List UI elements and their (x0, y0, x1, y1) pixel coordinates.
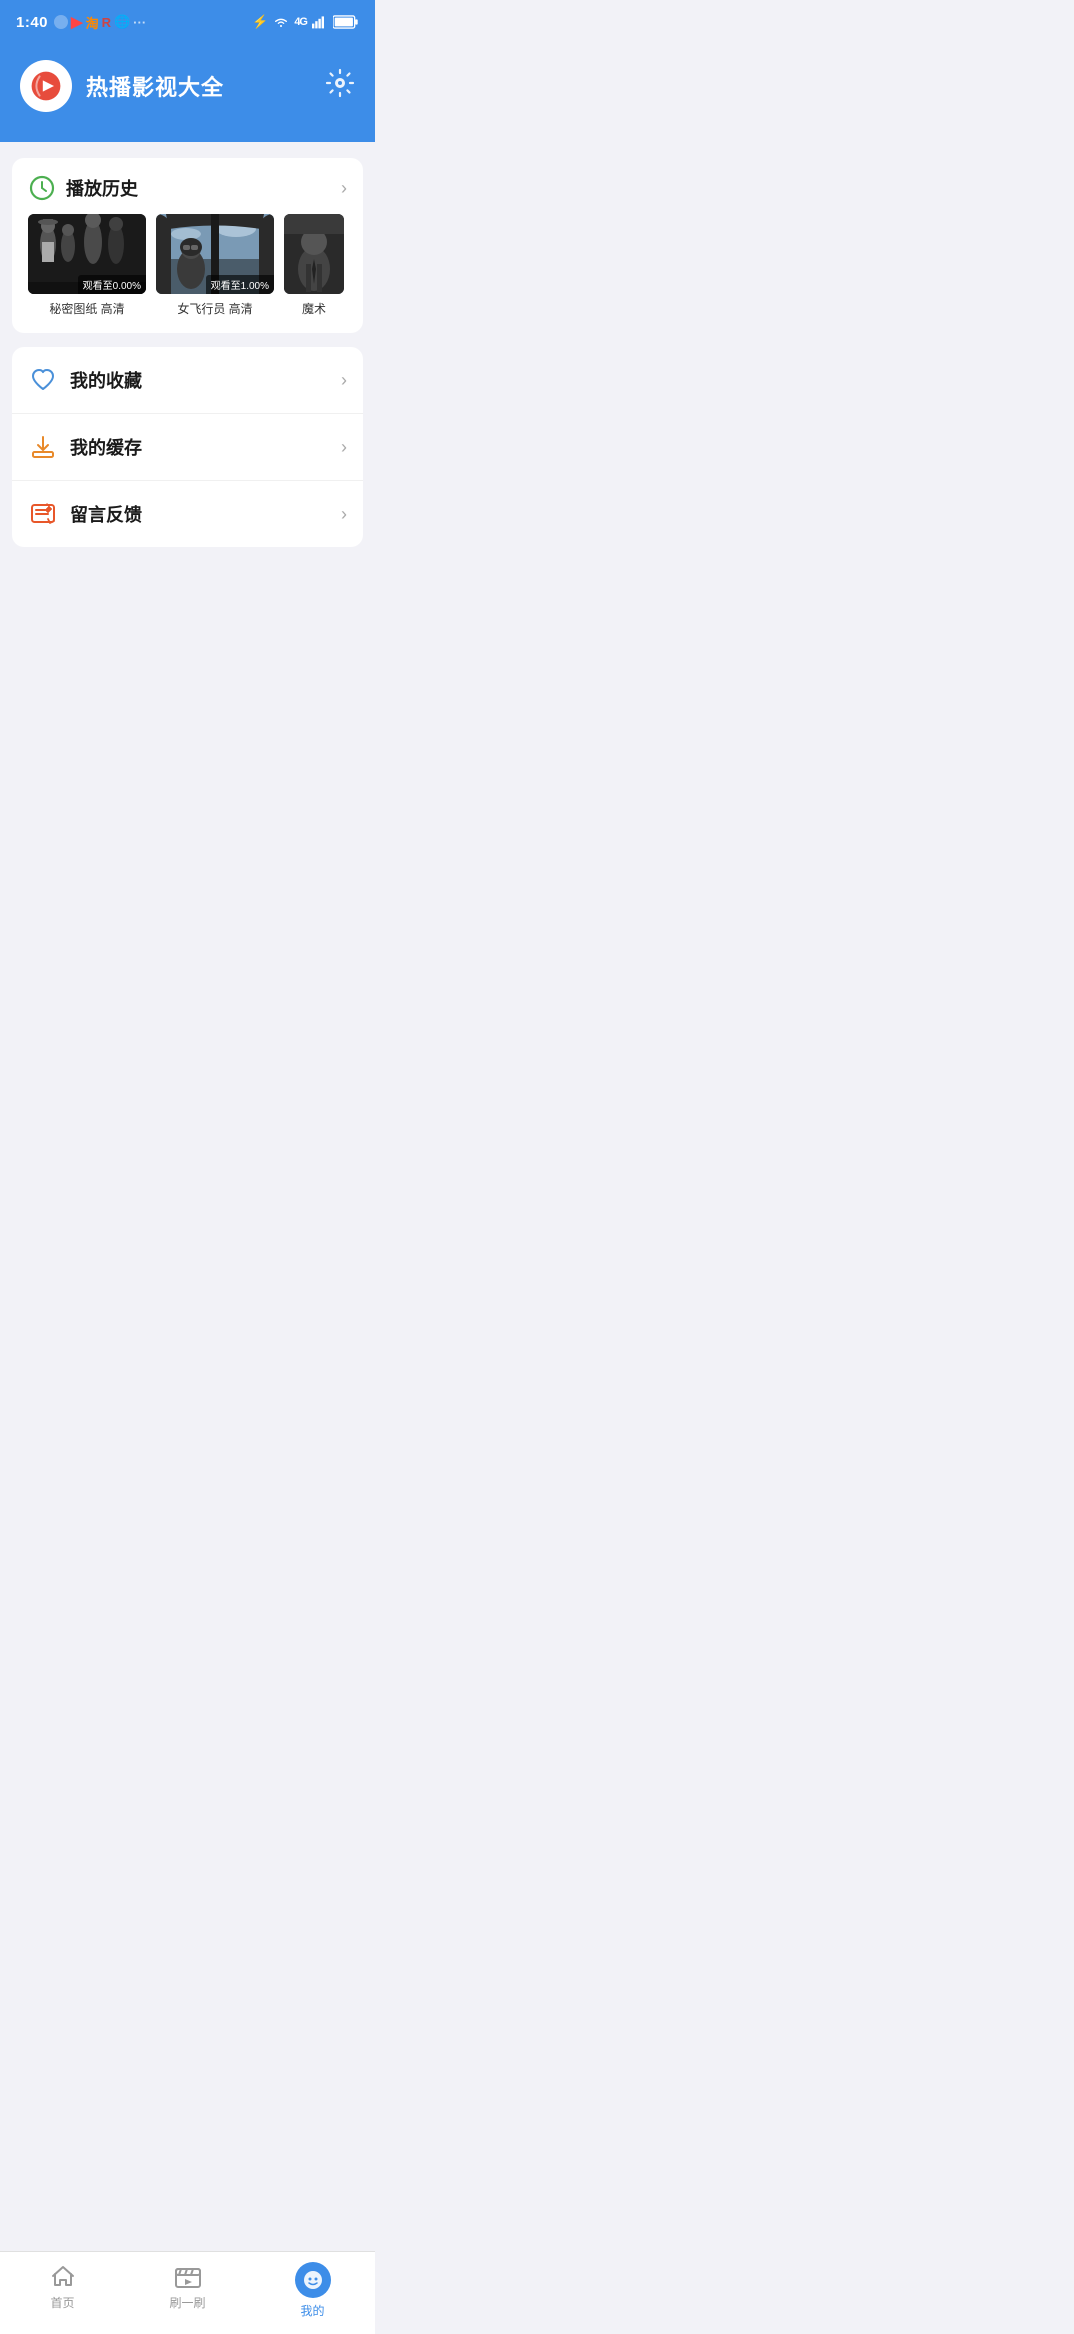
cache-chevron: › (341, 437, 347, 458)
nav-home-label: 首页 (50, 2294, 74, 2311)
wifi-icon (273, 15, 289, 29)
cache-left: 我的缓存 (28, 432, 142, 462)
mine-icon-circle (295, 2262, 331, 2298)
status-time-area: 1:40 ▶ 淘 R 🌐 ··· (16, 13, 146, 32)
history-icon (28, 174, 56, 202)
history-thumb-1: 观看至0.00% (28, 214, 146, 294)
history-title-1: 秘密图纸 高清 (28, 300, 146, 317)
history-header[interactable]: 播放历史 › (12, 158, 363, 214)
history-thumb-3 (284, 214, 344, 294)
notification-icons: ▶ 淘 R 🌐 ··· (54, 13, 146, 32)
cache-label: 我的缓存 (70, 434, 142, 460)
nav-mine[interactable]: 我的 (283, 2262, 343, 2319)
favorites-left: 我的收藏 (28, 365, 142, 395)
watch-progress-2: 观看至1.00% (206, 275, 274, 294)
history-thumb-2: 观看至1.00% (156, 214, 274, 294)
history-item[interactable]: 观看至0.00% 秘密图纸 高清 (28, 214, 146, 317)
bottom-nav: 首页 刷一刷 (0, 2251, 375, 2334)
menu-card: 我的收藏 › 我的缓存 › (12, 347, 363, 547)
nav-mine-label: 我的 (300, 2302, 324, 2319)
nav-home[interactable]: 首页 (33, 2262, 93, 2311)
history-title-3: 魔术 (284, 300, 344, 317)
history-title: 播放历史 (66, 175, 138, 201)
history-list: 观看至0.00% 秘密图纸 高清 (12, 214, 363, 333)
cache-icon (28, 432, 58, 462)
feedback-label: 留言反馈 (70, 501, 142, 527)
mine-icon (295, 2262, 331, 2298)
favorites-icon (28, 365, 58, 395)
status-bar: 1:40 ▶ 淘 R 🌐 ··· ⚡ 4G (0, 0, 375, 44)
favorites-label: 我的收藏 (70, 367, 142, 393)
status-right-icons: ⚡ 4G (252, 14, 359, 30)
history-item-2[interactable]: 观看至1.00% 女飞行员 高清 (156, 214, 274, 317)
bluetooth-icon: ⚡ (252, 14, 268, 30)
history-item-3[interactable]: 魔术 (284, 214, 344, 317)
time-display: 1:40 (16, 14, 48, 31)
feedback-left: 留言反馈 (28, 499, 142, 529)
app-header: 热播影视大全 (0, 44, 375, 142)
header-left: 热播影视大全 (20, 60, 224, 112)
main-content: 播放历史 › (0, 142, 375, 667)
app-logo (20, 60, 72, 112)
home-icon (49, 2262, 77, 2290)
nav-browse[interactable]: 刷一刷 (158, 2262, 218, 2311)
signal-icon: 4G (294, 16, 307, 28)
history-card: 播放历史 › (12, 158, 363, 333)
history-chevron: › (341, 178, 347, 199)
logo-svg (30, 70, 62, 102)
feedback-item[interactable]: 留言反馈 › (12, 481, 363, 547)
favorites-chevron: › (341, 370, 347, 391)
nav-browse-label: 刷一刷 (169, 2294, 205, 2311)
history-title-2: 女飞行员 高清 (156, 300, 274, 317)
browse-icon (174, 2262, 202, 2290)
app-title: 热播影视大全 (86, 70, 224, 102)
bottom-spacer (12, 561, 363, 651)
watch-progress-1: 观看至0.00% (78, 275, 146, 294)
signal-bars-icon (312, 15, 328, 29)
history-header-left: 播放历史 (28, 174, 138, 202)
feedback-chevron: › (341, 504, 347, 525)
battery-icon (333, 15, 359, 29)
cache-item[interactable]: 我的缓存 › (12, 414, 363, 481)
settings-button[interactable] (325, 68, 355, 105)
feedback-icon (28, 499, 58, 529)
favorites-item[interactable]: 我的收藏 › (12, 347, 363, 414)
